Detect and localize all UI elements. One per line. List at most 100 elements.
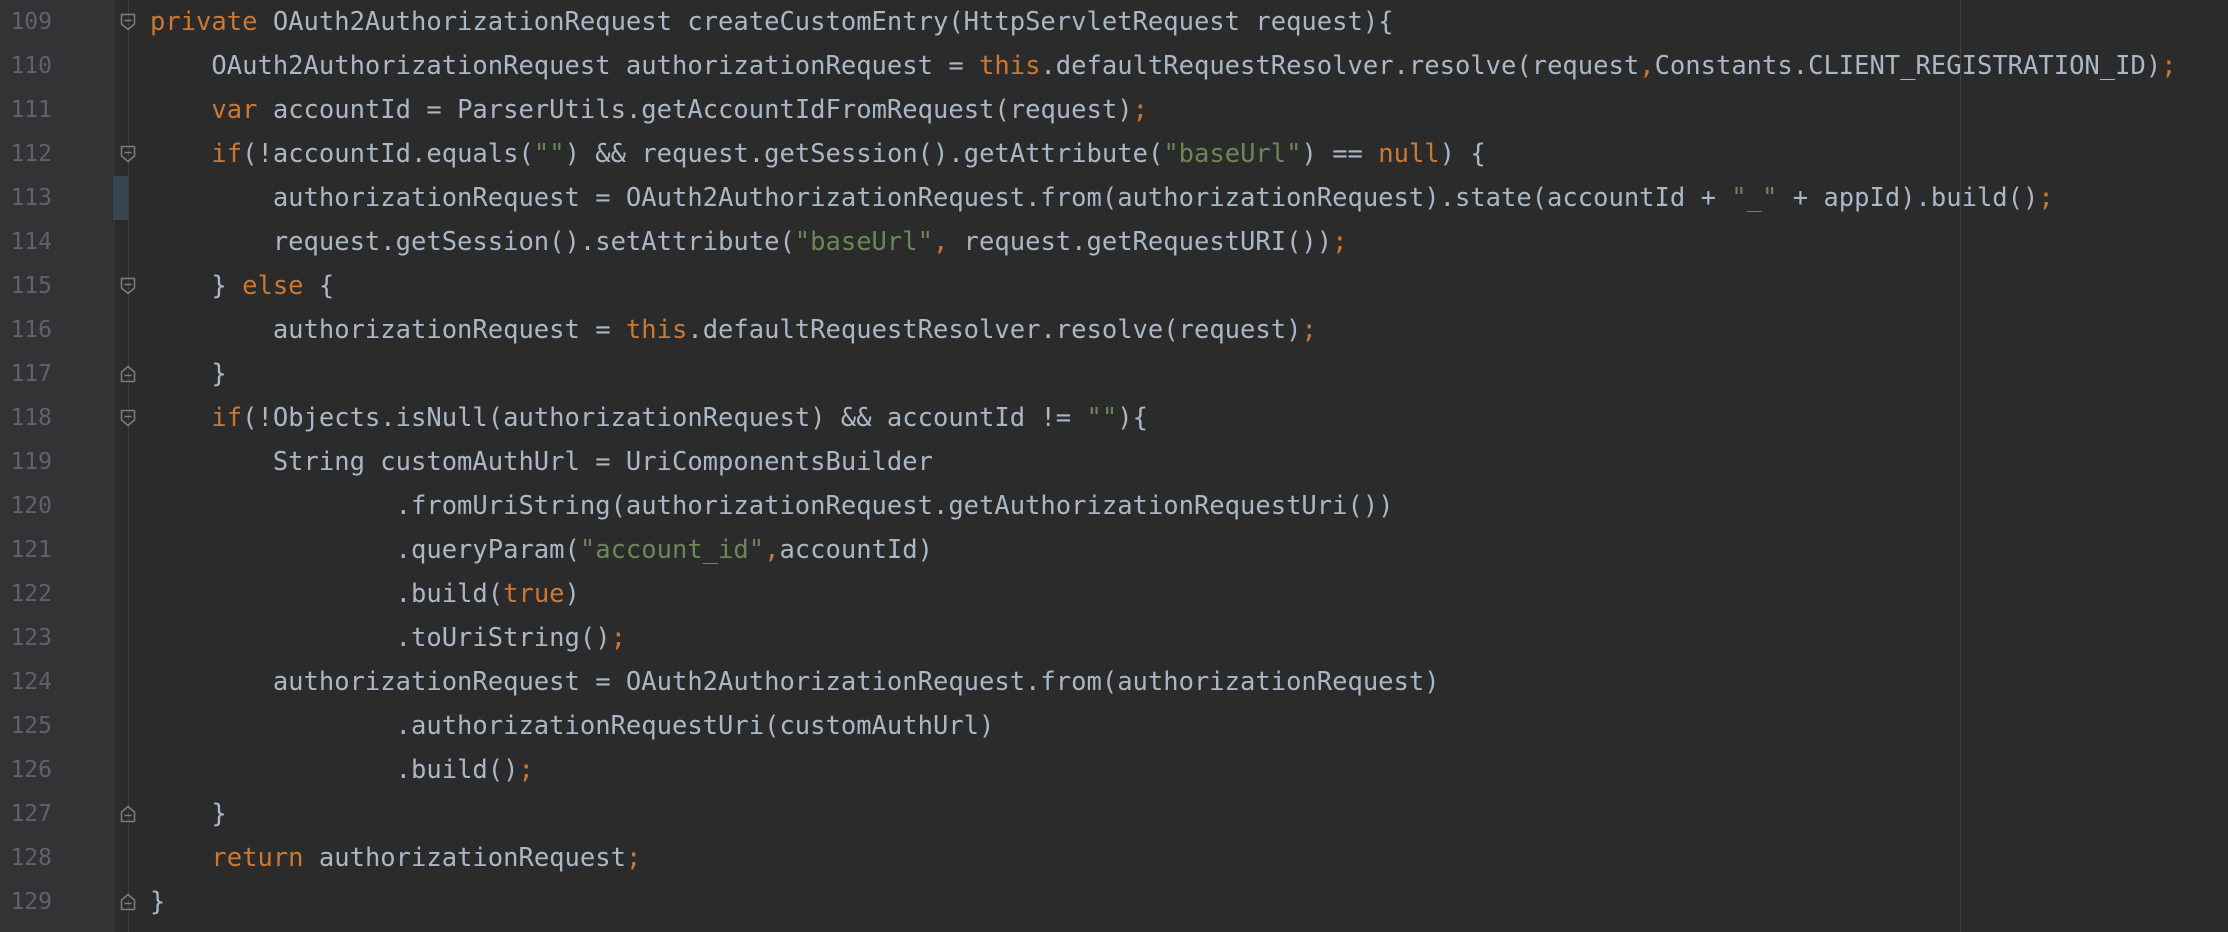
code-text[interactable]: .build(); — [150, 754, 534, 786]
fold-end-icon[interactable] — [120, 893, 136, 911]
code-text[interactable]: String customAuthUrl = UriComponentsBuil… — [150, 446, 933, 478]
code-line[interactable]: 126 .build(); — [0, 748, 2228, 792]
line-number[interactable]: 110 — [0, 52, 52, 80]
keyword-token: ; — [610, 623, 626, 653]
code-text[interactable]: private OAuth2AuthorizationRequest creat… — [150, 6, 1394, 38]
code-line[interactable]: 112 if(!accountId.equals("") && request.… — [0, 132, 2228, 176]
fold-end-icon[interactable] — [120, 365, 136, 383]
line-number[interactable]: 116 — [0, 316, 52, 344]
code-token: + appId).build() — [1777, 183, 2039, 213]
string-token: "baseUrl" — [794, 227, 933, 257]
line-number[interactable]: 112 — [0, 140, 52, 168]
code-line[interactable]: 128 return authorizationRequest; — [0, 836, 2228, 880]
code-token: } — [150, 359, 227, 389]
code-line[interactable]: 110 OAuth2AuthorizationRequest authoriza… — [0, 44, 2228, 88]
code-token: Constants.CLIENT_REGISTRATION_ID) — [1654, 51, 2162, 81]
line-number[interactable]: 121 — [0, 536, 52, 564]
code-line[interactable]: 115 } else { — [0, 264, 2228, 308]
fold-open-icon[interactable] — [120, 145, 136, 163]
code-editor[interactable]: 109 private OAuth2AuthorizationRequest cr… — [0, 0, 2228, 932]
code-text[interactable]: if(!accountId.equals("") && request.getS… — [150, 138, 1486, 170]
code-text[interactable]: request.getSession().setAttribute("baseU… — [150, 226, 1348, 258]
code-line[interactable]: 123 .toUriString(); — [0, 616, 2228, 660]
keyword-token: ; — [2038, 183, 2054, 213]
code-line[interactable]: 113 authorizationRequest = OAuth2Authori… — [0, 176, 2228, 220]
code-line[interactable]: 117 } — [0, 352, 2228, 396]
code-token: ) == — [1301, 139, 1379, 169]
code-token: authorizationRequest = — [150, 315, 626, 345]
line-number[interactable]: 125 — [0, 712, 52, 740]
keyword-token: this — [979, 51, 1041, 81]
code-line[interactable]: 129} — [0, 880, 2228, 924]
code-token: authorizationRequest = OAuth2Authorizati… — [150, 667, 1440, 697]
code-token: } — [150, 271, 243, 301]
code-text[interactable]: } — [150, 798, 226, 830]
keyword-token: if — [211, 403, 243, 433]
code-text[interactable]: authorizationRequest = this.defaultReque… — [150, 314, 1317, 346]
code-line[interactable]: 122 .build(true) — [0, 572, 2228, 616]
string-token: "" — [1086, 403, 1118, 433]
fold-open-icon[interactable] — [120, 13, 136, 31]
string-token: "" — [533, 139, 565, 169]
code-line[interactable]: 121 .queryParam("account_id",accountId) — [0, 528, 2228, 572]
code-token: ) — [564, 579, 580, 609]
code-text[interactable]: OAuth2AuthorizationRequest authorization… — [150, 50, 2176, 82]
code-text[interactable]: authorizationRequest = OAuth2Authorizati… — [150, 666, 1440, 698]
line-number[interactable]: 124 — [0, 668, 52, 696]
code-text[interactable]: var accountId = ParserUtils.getAccountId… — [150, 94, 1148, 126]
line-number[interactable]: 113 — [0, 184, 52, 212]
keyword-token: , — [932, 227, 949, 257]
code-line[interactable]: 109 private OAuth2AuthorizationRequest cr… — [0, 0, 2228, 44]
code-text[interactable]: .build(true) — [150, 578, 580, 610]
keyword-token: ; — [1132, 95, 1148, 125]
line-number[interactable]: 120 — [0, 492, 52, 520]
line-number[interactable]: 129 — [0, 888, 52, 916]
fold-open-icon[interactable] — [120, 409, 136, 427]
keyword-token: ; — [625, 843, 642, 873]
fold-end-icon[interactable] — [120, 805, 136, 823]
code-token: } — [150, 887, 166, 917]
line-number[interactable]: 128 — [0, 844, 52, 872]
code-line[interactable]: 118 if(!Objects.isNull(authorizationRequ… — [0, 396, 2228, 440]
code-lines[interactable]: 109 private OAuth2AuthorizationRequest cr… — [0, 0, 2228, 924]
line-number[interactable]: 127 — [0, 800, 52, 828]
line-number[interactable]: 123 — [0, 624, 52, 652]
code-token: .defaultRequestResolver.resolve(request — [1040, 51, 1640, 81]
code-text[interactable]: authorizationRequest = OAuth2Authorizati… — [150, 182, 2054, 214]
line-number[interactable]: 117 — [0, 360, 52, 388]
fold-open-icon[interactable] — [120, 277, 136, 295]
code-line[interactable]: 125 .authorizationRequestUri(customAuthU… — [0, 704, 2228, 748]
code-text[interactable]: return authorizationRequest; — [150, 842, 641, 874]
code-text[interactable]: .fromUriString(authorizationRequest.getA… — [150, 490, 1394, 522]
code-line[interactable]: 119 String customAuthUrl = UriComponents… — [0, 440, 2228, 484]
line-number[interactable]: 109 — [0, 8, 52, 36]
line-number[interactable]: 118 — [0, 404, 52, 432]
code-token: accountId = ParserUtils.getAccountIdFrom… — [257, 95, 1133, 125]
code-text[interactable]: } — [150, 886, 165, 918]
code-line[interactable]: 124 authorizationRequest = OAuth2Authori… — [0, 660, 2228, 704]
code-line[interactable]: 120 .fromUriString(authorizationRequest.… — [0, 484, 2228, 528]
line-number[interactable]: 114 — [0, 228, 52, 256]
line-number[interactable]: 122 — [0, 580, 52, 608]
code-line[interactable]: 111 var accountId = ParserUtils.getAccou… — [0, 88, 2228, 132]
code-text[interactable]: .queryParam("account_id",accountId) — [150, 534, 933, 566]
code-text[interactable]: } — [150, 358, 227, 390]
code-text[interactable]: } else { — [150, 270, 334, 302]
code-line[interactable]: 116 authorizationRequest = this.defaultR… — [0, 308, 2228, 352]
code-text[interactable]: .authorizationRequestUri(customAuthUrl) — [150, 710, 995, 742]
code-text[interactable]: if(!Objects.isNull(authorizationRequest)… — [150, 402, 1148, 434]
code-token: String customAuthUrl = UriComponentsBuil… — [150, 447, 933, 477]
line-number[interactable]: 126 — [0, 756, 52, 784]
line-number[interactable]: 115 — [0, 272, 52, 300]
code-token: request.getSession().setAttribute( — [150, 227, 795, 257]
code-token: ) { — [1439, 139, 1486, 169]
code-text[interactable]: .toUriString(); — [150, 622, 626, 654]
line-number[interactable]: 119 — [0, 448, 52, 476]
code-line[interactable]: 114 request.getSession().setAttribute("b… — [0, 220, 2228, 264]
code-line[interactable]: 127 } — [0, 792, 2228, 836]
line-number[interactable]: 111 — [0, 96, 52, 124]
